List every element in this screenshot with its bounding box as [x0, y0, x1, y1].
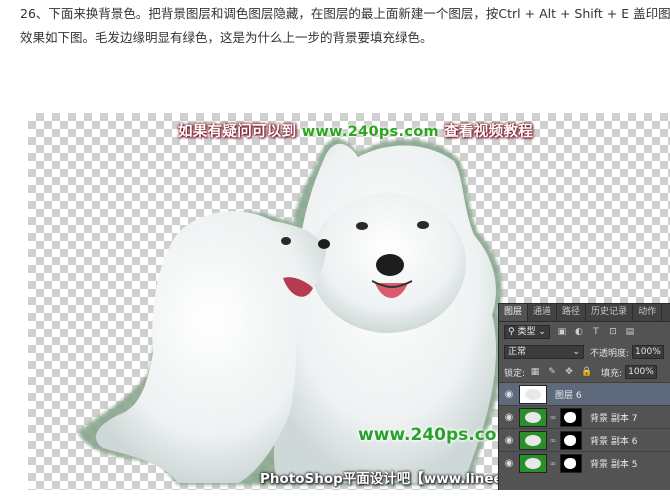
search-icon: ⚲	[508, 327, 518, 337]
eye-icon[interactable]: ◉	[499, 412, 519, 423]
fill-input[interactable]: 100%	[625, 365, 657, 379]
link-icon: ∞	[549, 458, 557, 468]
panel-tabs: 图层 通道 路径 历史记录 动作	[499, 304, 670, 322]
layer-name: 背景 副本 6	[590, 436, 638, 447]
blend-row: 正常 ⌄ 不透明度: 100%	[499, 342, 670, 362]
eye-icon[interactable]: ◉	[499, 389, 519, 400]
layer-mask-thumbnail	[560, 407, 582, 427]
layer-thumbnail	[519, 430, 547, 450]
layer-row[interactable]: ◉ ∞ 背景 副本 5	[499, 451, 670, 474]
watermark-top-prefix: 如果有疑问可以到	[178, 124, 297, 140]
chevron-down-icon: ⌄	[572, 347, 580, 357]
watermark-site: www.240ps.com	[358, 425, 515, 445]
watermark-top: 如果有疑问可以到 www.240ps.com 查看视频教程	[178, 120, 533, 141]
type-filter-icon[interactable]: T	[591, 327, 601, 337]
layer-row[interactable]: ◉ 图层 6	[499, 382, 670, 405]
filter-row: ⚲ 类型 ⌄ ▣ ◐ T ⊡ ▤	[499, 322, 670, 342]
blend-mode-select[interactable]: 正常 ⌄	[504, 345, 584, 359]
lock-move-icon[interactable]: ✥	[564, 367, 574, 377]
tab-paths[interactable]: 路径	[557, 304, 587, 321]
link-icon: ∞	[549, 435, 557, 445]
article-paragraph-line1: 26、下面来换背景色。把背景图层和调色图层隐藏，在图层的最上面新建一个图层，按C…	[20, 6, 670, 21]
layer-thumbnail	[519, 453, 547, 473]
watermark-top-site: www.240ps.com	[301, 124, 439, 140]
adjustment-filter-icon[interactable]: ◐	[574, 327, 584, 337]
watermark-top-suffix: 查看视频教程	[444, 124, 534, 140]
article-paragraph-line2: 效果如下图。毛发边缘明显有绿色，这是为什么上一步的背景要填充绿色。	[20, 30, 433, 45]
layer-thumbnail	[519, 384, 547, 404]
layer-row[interactable]: ◉ ∞ 背景 副本 7	[499, 405, 670, 428]
layer-name: 图层 6	[555, 390, 582, 401]
eye-icon[interactable]: ◉	[499, 435, 519, 446]
fill-label: 填充:	[601, 368, 623, 379]
eye-icon[interactable]: ◉	[499, 458, 519, 469]
link-icon: ∞	[549, 412, 557, 422]
lock-paint-icon[interactable]: ✎	[547, 367, 557, 377]
lock-row: 锁定: ▦ ✎ ✥ 🔒 填充: 100%	[499, 362, 670, 382]
tab-actions[interactable]: 动作	[633, 304, 663, 321]
blend-mode-value: 正常	[508, 347, 527, 357]
tab-channels[interactable]: 通道	[528, 304, 558, 321]
chevron-down-icon: ⌄	[535, 327, 546, 337]
layers-panel: 图层 通道 路径 历史记录 动作 ⚲ 类型 ⌄ ▣ ◐ T ⊡ ▤ 正常 ⌄ 不…	[498, 303, 670, 490]
filter-kind-label: 类型	[517, 327, 536, 337]
tab-layers[interactable]: 图层	[499, 304, 529, 321]
layer-thumbnail	[519, 407, 547, 427]
filter-kind-select[interactable]: ⚲ 类型 ⌄	[504, 325, 550, 339]
layer-row[interactable]: ◉ ∞ 背景 副本 6	[499, 428, 670, 451]
layer-mask-thumbnail	[560, 453, 582, 473]
opacity-input[interactable]: 100%	[632, 345, 664, 359]
lock-transparent-icon[interactable]: ▦	[530, 367, 540, 377]
layer-name: 背景 副本 7	[590, 413, 638, 424]
smart-object-filter-icon[interactable]: ▤	[625, 327, 635, 337]
layer-mask-thumbnail	[560, 430, 582, 450]
layer-name: 背景 副本 5	[590, 459, 638, 470]
tutorial-image: 如果有疑问可以到 www.240ps.com 查看视频教程 www.240ps.…	[28, 113, 670, 490]
opacity-label: 不透明度:	[590, 348, 630, 359]
lock-label: 锁定:	[504, 368, 526, 379]
image-filter-icon[interactable]: ▣	[557, 327, 567, 337]
shape-filter-icon[interactable]: ⊡	[608, 327, 618, 337]
lock-all-icon[interactable]: 🔒	[581, 367, 592, 377]
tab-history[interactable]: 历史记录	[586, 304, 634, 321]
